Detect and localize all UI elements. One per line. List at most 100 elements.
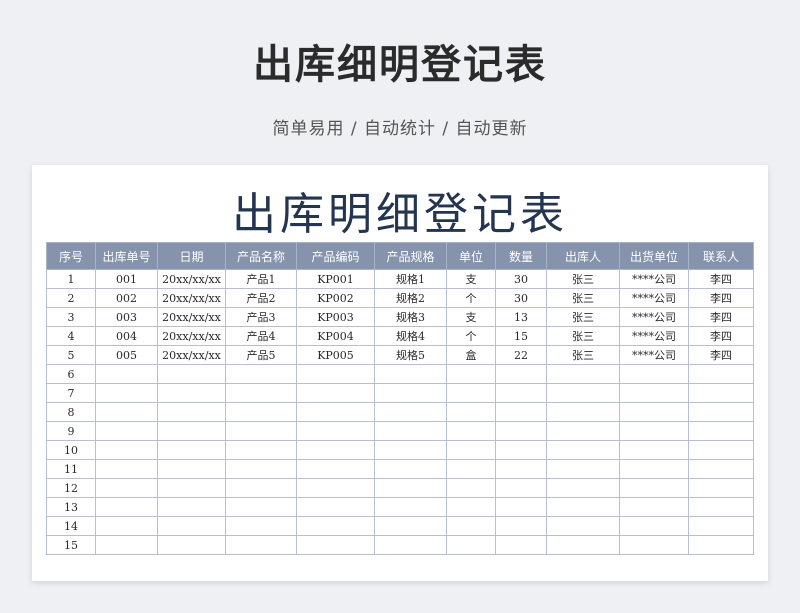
- table-cell[interactable]: [374, 364, 447, 384]
- table-cell[interactable]: [619, 402, 689, 422]
- table-cell[interactable]: [546, 421, 620, 441]
- table-cell[interactable]: ****公司: [619, 269, 689, 289]
- table-cell[interactable]: 产品3: [225, 307, 297, 327]
- table-cell[interactable]: [157, 516, 226, 536]
- row-index-cell[interactable]: 1: [46, 269, 96, 289]
- table-cell[interactable]: [296, 364, 375, 384]
- row-index-cell[interactable]: 4: [46, 326, 96, 346]
- table-cell[interactable]: [495, 497, 547, 517]
- table-cell[interactable]: [495, 440, 547, 460]
- table-cell[interactable]: 支: [446, 269, 496, 289]
- table-cell[interactable]: [546, 364, 620, 384]
- row-index-cell[interactable]: 15: [46, 535, 96, 555]
- table-cell[interactable]: ****公司: [619, 288, 689, 308]
- table-cell[interactable]: 张三: [546, 288, 620, 308]
- table-cell[interactable]: [374, 497, 447, 517]
- table-cell[interactable]: 22: [495, 345, 547, 365]
- table-cell[interactable]: [688, 459, 754, 479]
- table-cell[interactable]: [225, 497, 297, 517]
- table-cell[interactable]: 20xx/xx/xx: [157, 288, 226, 308]
- table-cell[interactable]: 13: [495, 307, 547, 327]
- row-index-cell[interactable]: 3: [46, 307, 96, 327]
- table-cell[interactable]: 张三: [546, 326, 620, 346]
- table-cell[interactable]: [225, 478, 297, 498]
- table-cell[interactable]: [157, 440, 226, 460]
- table-cell[interactable]: 张三: [546, 269, 620, 289]
- table-cell[interactable]: [546, 402, 620, 422]
- table-cell[interactable]: 李四: [688, 269, 754, 289]
- table-cell[interactable]: 规格5: [374, 345, 447, 365]
- table-cell[interactable]: 李四: [688, 326, 754, 346]
- table-cell[interactable]: [619, 440, 689, 460]
- table-cell[interactable]: 003: [95, 307, 158, 327]
- table-cell[interactable]: [296, 516, 375, 536]
- table-cell[interactable]: KP003: [296, 307, 375, 327]
- table-cell[interactable]: 产品5: [225, 345, 297, 365]
- table-cell[interactable]: 规格2: [374, 288, 447, 308]
- table-cell[interactable]: [374, 478, 447, 498]
- table-cell[interactable]: [495, 516, 547, 536]
- table-cell[interactable]: 30: [495, 288, 547, 308]
- row-index-cell[interactable]: 5: [46, 345, 96, 365]
- table-cell[interactable]: [619, 459, 689, 479]
- table-cell[interactable]: [95, 497, 158, 517]
- table-cell[interactable]: KP005: [296, 345, 375, 365]
- table-cell[interactable]: [495, 459, 547, 479]
- table-cell[interactable]: [546, 478, 620, 498]
- table-cell[interactable]: [446, 364, 496, 384]
- table-cell[interactable]: 004: [95, 326, 158, 346]
- table-cell[interactable]: [446, 459, 496, 479]
- table-cell[interactable]: KP002: [296, 288, 375, 308]
- table-cell[interactable]: [374, 440, 447, 460]
- table-cell[interactable]: 产品1: [225, 269, 297, 289]
- table-cell[interactable]: ****公司: [619, 326, 689, 346]
- table-cell[interactable]: [495, 421, 547, 441]
- table-cell[interactable]: [225, 535, 297, 555]
- table-cell[interactable]: 个: [446, 288, 496, 308]
- table-cell[interactable]: [225, 440, 297, 460]
- row-index-cell[interactable]: 2: [46, 288, 96, 308]
- table-cell[interactable]: [688, 383, 754, 403]
- table-cell[interactable]: [374, 535, 447, 555]
- table-cell[interactable]: [688, 421, 754, 441]
- table-cell[interactable]: KP001: [296, 269, 375, 289]
- table-cell[interactable]: [619, 535, 689, 555]
- row-index-cell[interactable]: 13: [46, 497, 96, 517]
- table-cell[interactable]: [688, 364, 754, 384]
- table-cell[interactable]: 20xx/xx/xx: [157, 307, 226, 327]
- table-cell[interactable]: 001: [95, 269, 158, 289]
- table-cell[interactable]: [296, 459, 375, 479]
- table-cell[interactable]: 30: [495, 269, 547, 289]
- table-cell[interactable]: [446, 402, 496, 422]
- table-cell[interactable]: [157, 478, 226, 498]
- row-index-cell[interactable]: 10: [46, 440, 96, 460]
- table-cell[interactable]: [296, 421, 375, 441]
- table-cell[interactable]: [546, 383, 620, 403]
- table-cell[interactable]: [95, 516, 158, 536]
- table-cell[interactable]: [495, 383, 547, 403]
- table-cell[interactable]: ****公司: [619, 307, 689, 327]
- table-cell[interactable]: [495, 535, 547, 555]
- row-index-cell[interactable]: 6: [46, 364, 96, 384]
- table-cell[interactable]: [546, 459, 620, 479]
- table-cell[interactable]: 支: [446, 307, 496, 327]
- table-cell[interactable]: [546, 440, 620, 460]
- table-cell[interactable]: 15: [495, 326, 547, 346]
- table-cell[interactable]: 20xx/xx/xx: [157, 345, 226, 365]
- table-cell[interactable]: 张三: [546, 345, 620, 365]
- table-cell[interactable]: 产品4: [225, 326, 297, 346]
- table-cell[interactable]: [296, 440, 375, 460]
- table-cell[interactable]: [157, 459, 226, 479]
- table-cell[interactable]: 规格4: [374, 326, 447, 346]
- table-cell[interactable]: [225, 402, 297, 422]
- table-cell[interactable]: [619, 364, 689, 384]
- table-cell[interactable]: [374, 421, 447, 441]
- table-cell[interactable]: [619, 516, 689, 536]
- row-index-cell[interactable]: 9: [46, 421, 96, 441]
- table-cell[interactable]: [95, 440, 158, 460]
- table-cell[interactable]: [157, 383, 226, 403]
- table-cell[interactable]: 李四: [688, 345, 754, 365]
- table-cell[interactable]: 个: [446, 326, 496, 346]
- row-index-cell[interactable]: 14: [46, 516, 96, 536]
- table-cell[interactable]: 规格3: [374, 307, 447, 327]
